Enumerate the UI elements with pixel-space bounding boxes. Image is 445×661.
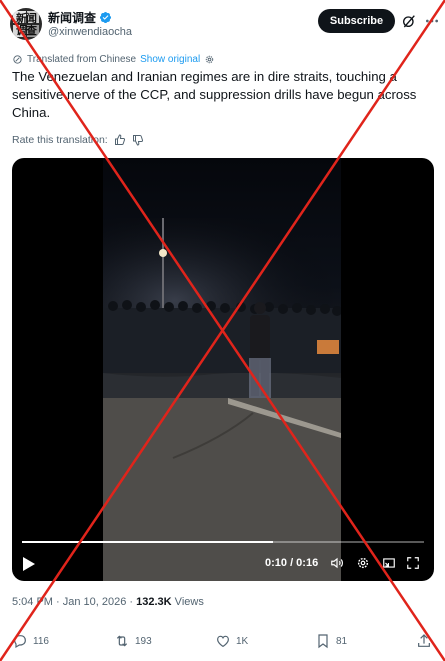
settings-gear-icon[interactable] [204,54,215,65]
volume-icon[interactable] [330,556,344,570]
play-icon[interactable] [22,556,36,572]
more-icon[interactable] [424,13,440,29]
translate-icon [13,54,22,64]
grok-icon[interactable] [401,13,417,29]
reply-icon [14,635,26,649]
subscribe-button[interactable]: Subscribe [318,9,395,33]
video-scene [103,218,341,581]
video-progress-fill [22,541,274,543]
crowd-shadow [103,372,341,398]
bookmark-icon [318,634,328,649]
post-meta: 5:04 PM · Jan 10, 2026 · 132.3K Views [12,596,204,608]
thumbs-up-icon[interactable] [114,134,126,146]
author-name-row: 新闻调查 [48,9,112,25]
repost-count: 193 [135,635,152,647]
picture-in-picture-icon[interactable] [382,556,396,570]
views-count: 132.3K [136,596,172,608]
author-handle[interactable]: @xinwendiaocha [48,26,132,38]
like-count: 1K [236,635,249,647]
post-header: 新闻 调查 新闻调查 @xinwendiaocha Subscribe [0,0,445,46]
orange-bag [317,340,339,354]
heart-icon [217,635,229,648]
police-line [103,308,341,373]
repost-button[interactable]: 193 [114,632,152,650]
repost-icon [116,635,128,647]
share-icon [418,634,430,647]
road-surface [103,388,341,581]
post-text: The Venezuelan and Iranian regimes are i… [12,69,417,120]
settings-icon[interactable] [356,556,370,570]
translated-label: Translated from Chinese [27,53,137,65]
rate-translation-label: Rate this translation: [12,134,108,146]
video-progress-bar[interactable] [22,541,424,543]
verified-badge-icon [99,11,112,23]
fullscreen-icon[interactable] [406,556,420,570]
video-frame [103,158,341,581]
bookmark-button[interactable]: 81 [315,632,347,650]
translation-note: Translated from Chinese Show original [12,52,215,66]
reply-button[interactable]: 116 [12,632,49,650]
thumbs-down-icon[interactable] [132,134,144,146]
like-button[interactable]: 1K [215,632,248,650]
author-display-name[interactable]: 新闻调查 [48,9,96,26]
post-timestamp[interactable]: 5:04 PM · Jan 10, 2026 · [12,596,136,608]
share-button[interactable] [416,632,432,650]
reply-count: 116 [33,635,49,647]
video-time: 0:10 / 0:16 [265,557,319,569]
rate-translation-row: Rate this translation: [12,133,144,147]
show-original-link[interactable]: Show original [140,54,200,65]
avatar-lettering: 新闻 调查 [16,13,37,37]
views-label: Views [171,596,204,608]
avatar[interactable]: 新闻 调查 [10,8,42,40]
action-bar: 116 193 1K 81 [0,630,445,652]
video-player[interactable]: 0:10 / 0:16 [12,158,434,581]
bookmark-count: 81 [336,635,348,647]
